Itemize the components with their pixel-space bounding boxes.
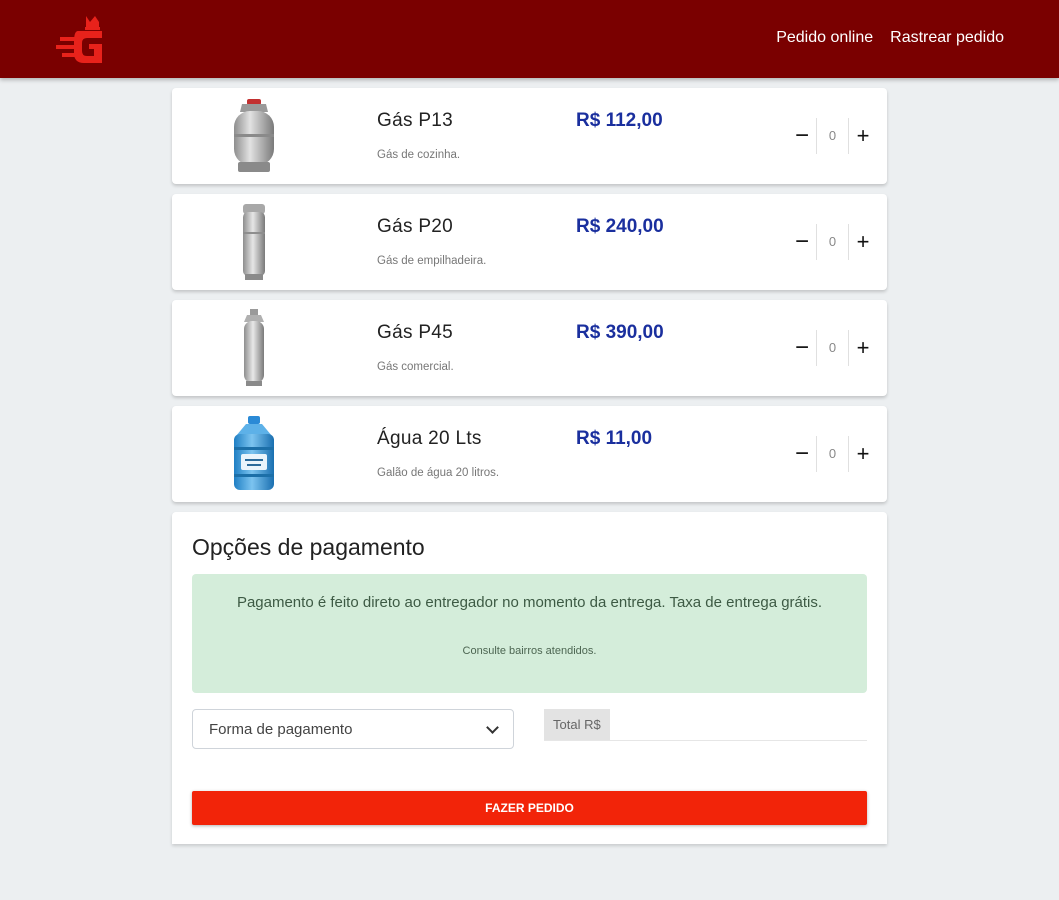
product-description: Gás de cozinha.	[377, 149, 461, 161]
plus-icon[interactable]: +	[849, 330, 877, 366]
nav-link-rastrear-pedido[interactable]: Rastrear pedido	[890, 29, 1004, 47]
quantity-value[interactable]: 0	[816, 436, 849, 472]
payment-card: Opções de pagamento Pagamento é feito di…	[172, 512, 887, 844]
minus-icon[interactable]: −	[788, 436, 816, 472]
product-name: Gás P45	[377, 322, 454, 343]
product-name: Gás P13	[377, 110, 454, 131]
gas-delivery-logo-icon[interactable]	[54, 14, 104, 66]
product-price: R$ 11,00	[576, 428, 653, 449]
product-price: R$ 112,00	[576, 110, 663, 131]
payment-title: Opções de pagamento	[192, 534, 425, 560]
product-price: R$ 240,00	[576, 216, 664, 237]
service-areas-note: Consulte bairros atendidos.	[462, 645, 597, 657]
chevron-down-icon	[486, 720, 499, 734]
plus-icon[interactable]: +	[849, 436, 877, 472]
product-card-gas-p20: Gás P20 Gás de empilhadeira. R$ 240,00 −…	[172, 194, 887, 290]
total-input[interactable]	[617, 709, 867, 740]
plus-icon[interactable]: +	[849, 224, 877, 260]
minus-icon[interactable]: −	[788, 118, 816, 154]
gas-cylinder-p20-image	[243, 204, 265, 280]
product-name: Água 20 Lts	[377, 428, 482, 449]
water-jug-image	[234, 416, 274, 490]
total-field: Total R$	[544, 709, 867, 741]
minus-icon[interactable]: −	[788, 330, 816, 366]
quantity-value[interactable]: 0	[816, 118, 849, 154]
product-name: Gás P20	[377, 216, 454, 237]
gas-cylinder-p13-image	[234, 99, 274, 172]
product-card-agua-20-lts: Água 20 Lts Galão de água 20 litros. R$ …	[172, 406, 887, 502]
product-description: Galão de água 20 litros.	[377, 467, 500, 479]
plus-icon[interactable]: +	[849, 118, 877, 154]
quantity-stepper: − 0 +	[788, 224, 877, 260]
quantity-stepper: − 0 +	[788, 118, 877, 154]
payment-info-text: Pagamento é feito direto ao entregador n…	[236, 594, 823, 611]
product-price: R$ 390,00	[576, 322, 664, 343]
place-order-button[interactable]: FAZER PEDIDO	[192, 791, 867, 825]
quantity-stepper: − 0 +	[788, 330, 877, 366]
quantity-value[interactable]: 0	[816, 330, 849, 366]
payment-method-selected-value: Forma de pagamento	[209, 720, 353, 738]
navbar: Pedido online Rastrear pedido	[0, 0, 1059, 78]
quantity-stepper: − 0 +	[788, 436, 877, 472]
product-card-gas-p13: Gás P13 Gás de cozinha. R$ 112,00 − 0 +	[172, 88, 887, 184]
gas-cylinder-p45-image	[244, 309, 264, 386]
total-label: Total R$	[544, 709, 610, 740]
product-description: Gás de empilhadeira.	[377, 255, 487, 267]
product-card-gas-p45: Gás P45 Gás comercial. R$ 390,00 − 0 +	[172, 300, 887, 396]
quantity-value[interactable]: 0	[816, 224, 849, 260]
minus-icon[interactable]: −	[788, 224, 816, 260]
payment-method-select[interactable]: Forma de pagamento	[192, 709, 514, 749]
nav-links: Pedido online Rastrear pedido	[776, 29, 1004, 47]
nav-link-pedido-online[interactable]: Pedido online	[776, 29, 873, 47]
payment-info-alert: Pagamento é feito direto ao entregador n…	[192, 574, 867, 693]
product-description: Gás comercial.	[377, 361, 454, 373]
